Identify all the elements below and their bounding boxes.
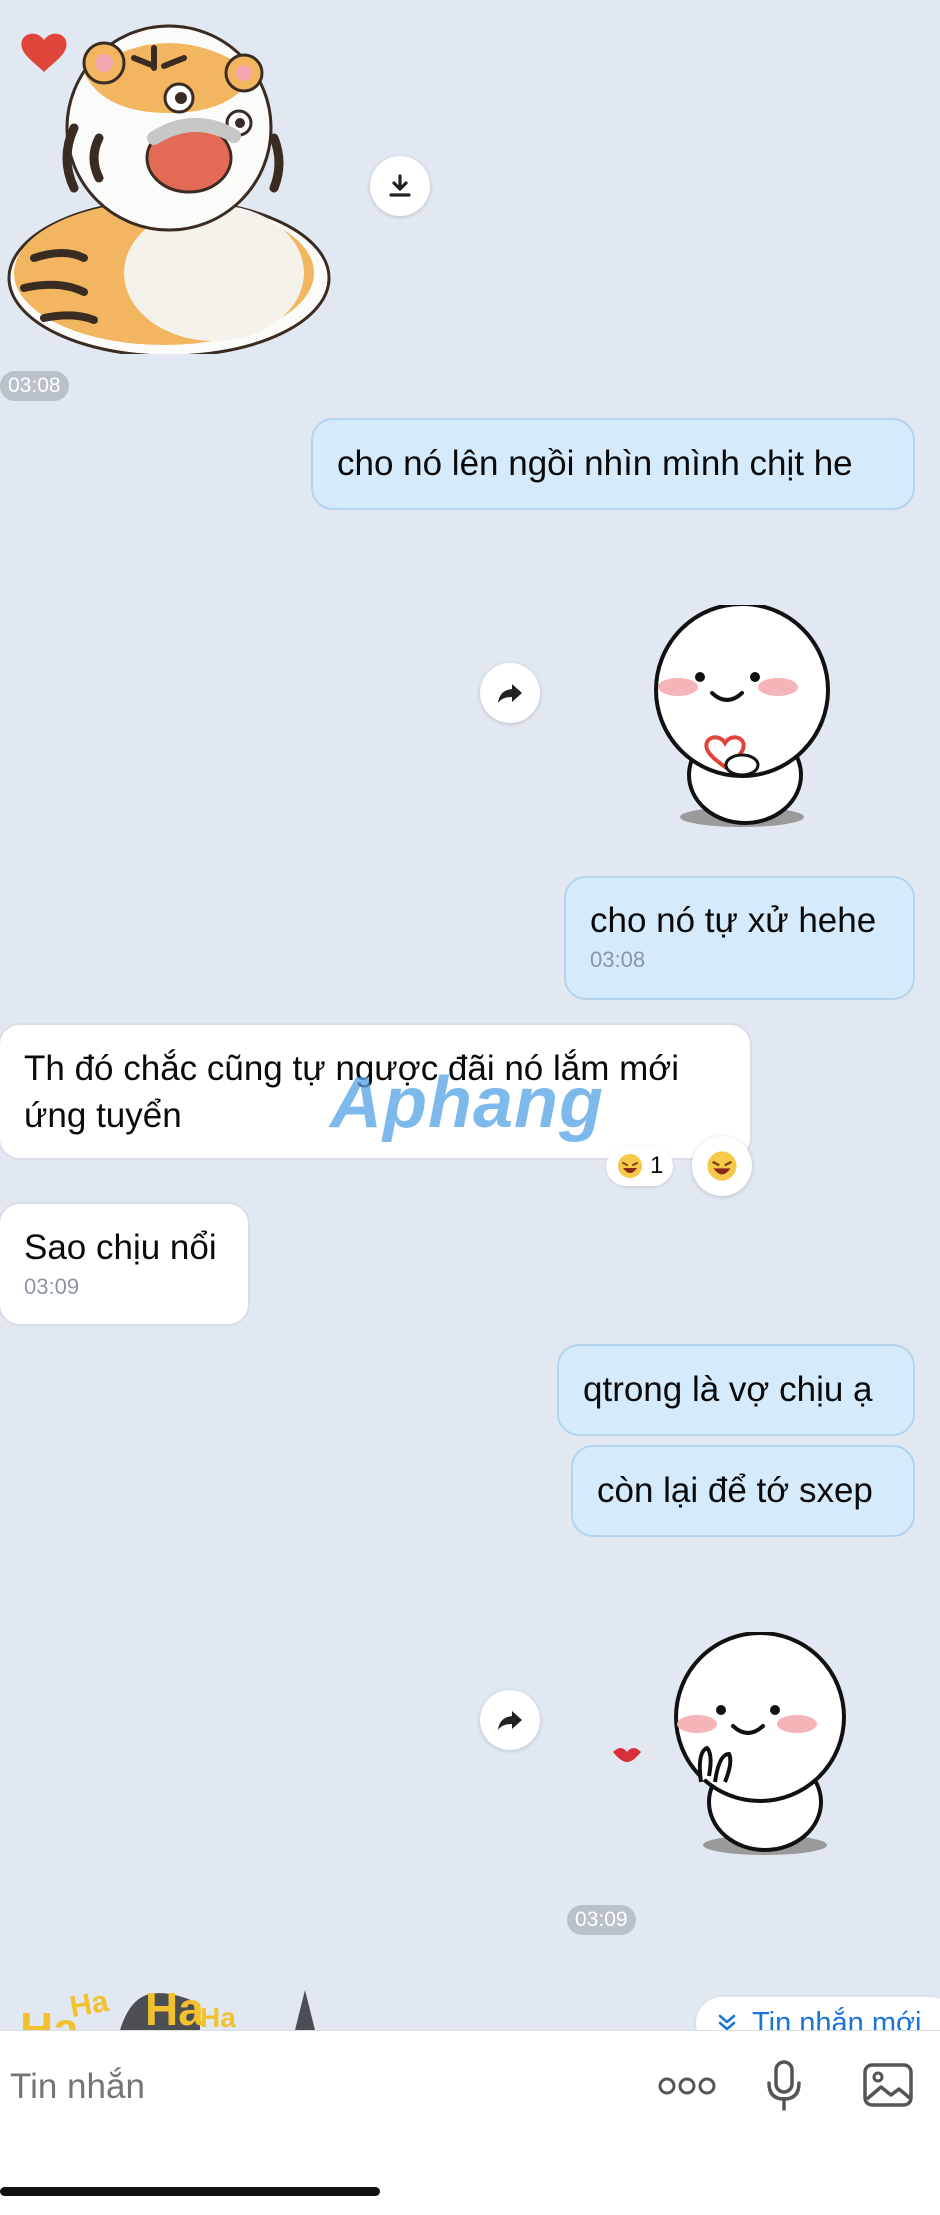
message-text: cho nó lên ngồi nhìn mình chịt he — [337, 444, 853, 483]
download-button[interactable] — [370, 156, 430, 216]
haha-text: Ha — [145, 1983, 204, 2030]
react-button[interactable] — [692, 1136, 752, 1196]
message-time: 03:09 — [567, 1905, 636, 1935]
message-text: qtrong là vợ chịu ạ — [583, 1370, 873, 1409]
microphone-icon — [767, 2060, 801, 2111]
haha-text: Ha — [200, 2002, 236, 2030]
message-text: còn lại để tớ sxep — [597, 1471, 873, 1510]
haha-text: Ha — [20, 2003, 79, 2030]
haha-cat-sticker[interactable]: Ha Ha Ha Ha — [20, 1982, 330, 2030]
message-text: cho nó tự xử hehe — [590, 901, 877, 940]
blob-heart-sticker[interactable] — [630, 605, 855, 835]
laughing-emoji-icon — [618, 1154, 642, 1178]
message-composer — [0, 2030, 940, 2215]
outgoing-message[interactable]: cho nó lên ngồi nhìn mình chịt he — [311, 418, 915, 510]
message-input[interactable] — [8, 2051, 592, 2123]
outgoing-message[interactable]: còn lại để tớ sxep — [571, 1445, 915, 1537]
outgoing-message[interactable]: qtrong là vợ chịu ạ — [557, 1344, 915, 1436]
outgoing-message[interactable]: cho nó tự xử hehe 03:08 — [564, 876, 915, 1000]
watermark-logo: Aphang — [330, 1063, 604, 1143]
blob-kiss-sticker[interactable] — [605, 1632, 865, 1862]
incoming-message[interactable]: Sao chịu nổi 03:09 — [0, 1202, 250, 1326]
tiger-sticker[interactable] — [4, 18, 339, 354]
forward-button[interactable] — [480, 1690, 540, 1750]
forward-button[interactable] — [480, 663, 540, 723]
share-arrow-icon — [498, 1711, 522, 1730]
image-icon — [863, 2063, 913, 2107]
message-time: 03:08 — [590, 947, 646, 972]
more-options-button[interactable] — [658, 2066, 718, 2106]
message-time: 03:08 — [0, 371, 69, 401]
share-arrow-icon — [498, 684, 522, 703]
message-text: Sao chịu nổi — [24, 1228, 217, 1267]
download-icon — [389, 174, 411, 197]
laughing-emoji-icon — [707, 1151, 737, 1181]
image-button[interactable] — [862, 2061, 914, 2109]
message-time: 03:09 — [24, 1274, 80, 1299]
reaction-summary[interactable]: 1 — [606, 1146, 674, 1186]
reaction-count: 1 — [650, 1152, 664, 1179]
home-indicator — [0, 2187, 380, 2196]
voice-button[interactable] — [762, 2059, 806, 2113]
more-dots-icon — [658, 2077, 716, 2095]
